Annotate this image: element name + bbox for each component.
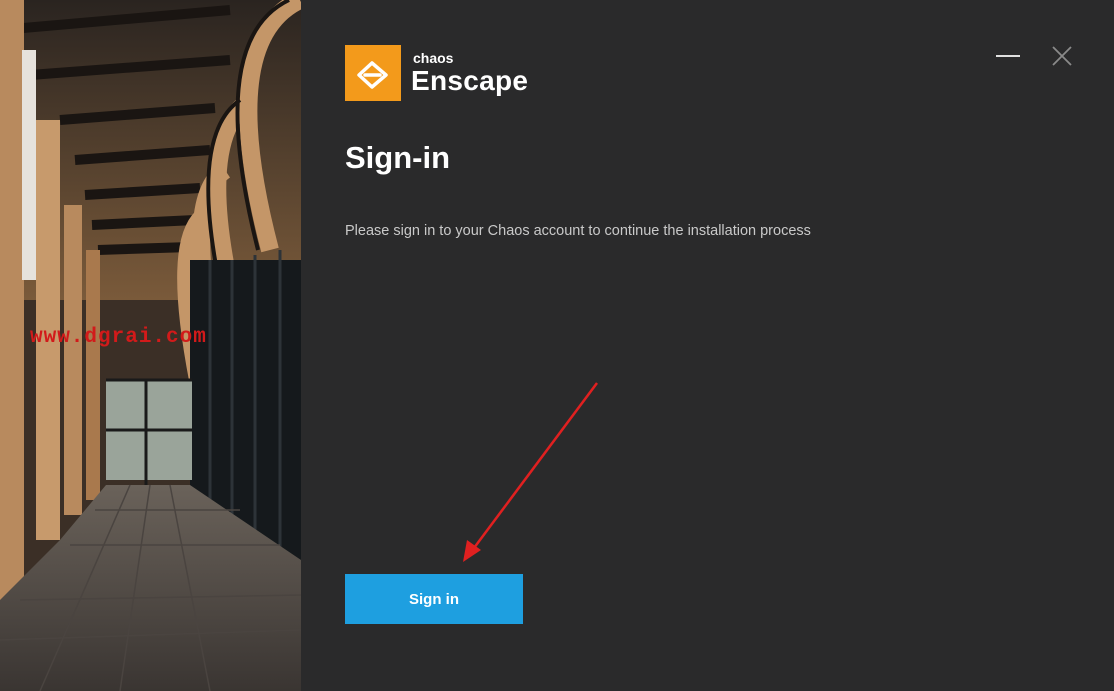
brand-product: Enscape	[411, 65, 529, 96]
window-controls	[996, 44, 1074, 68]
minimize-button[interactable]	[996, 46, 1022, 66]
minimize-icon	[996, 55, 1020, 57]
page-title: Sign-in	[345, 140, 451, 175]
signin-panel: chaos Enscape Sign-in Please sign in to …	[301, 0, 1114, 691]
enscape-logo-icon	[345, 45, 401, 101]
red-arrow-icon	[463, 382, 599, 562]
hero-image: www.dgrai.com	[0, 0, 301, 691]
watermark-text: www.dgrai.com	[30, 326, 207, 349]
signin-message: Please sign in to your Chaos account to …	[345, 223, 811, 239]
brand-logo: chaos Enscape	[345, 45, 528, 101]
brand-company: chaos	[413, 50, 454, 66]
close-button[interactable]	[1050, 44, 1074, 68]
installer-window: www.dgrai.com chaos Enscape Sign-in Plea…	[0, 0, 1114, 691]
sign-in-button[interactable]: Sign in	[345, 574, 523, 624]
close-icon	[1052, 46, 1072, 66]
